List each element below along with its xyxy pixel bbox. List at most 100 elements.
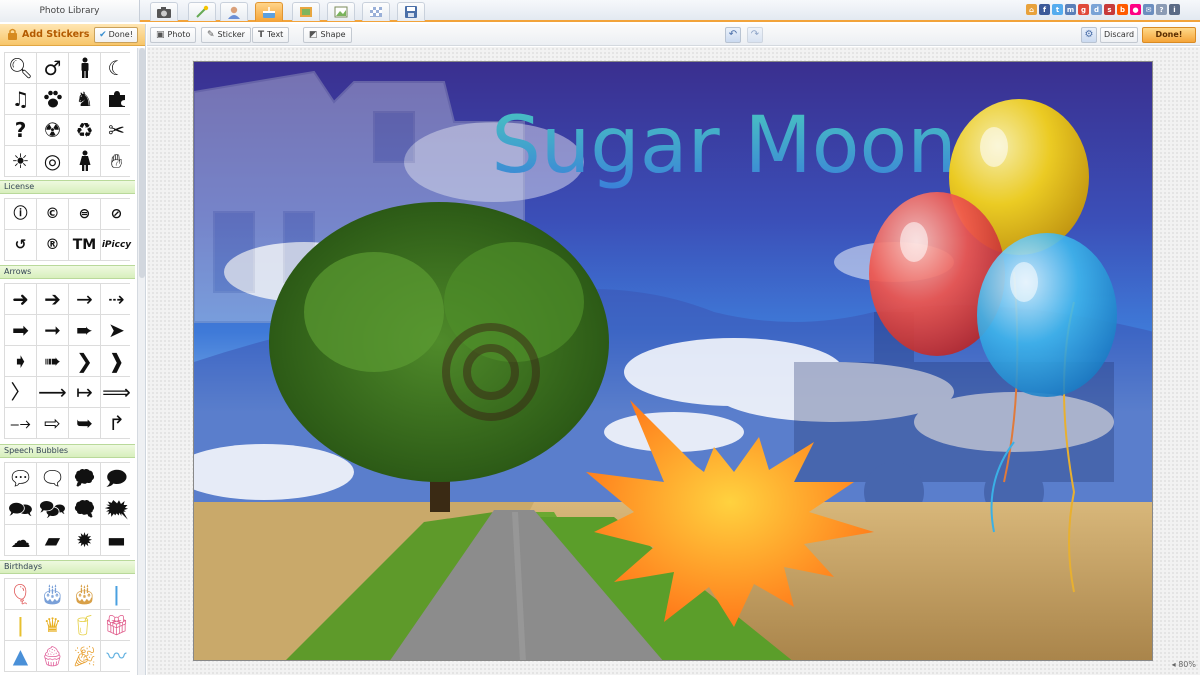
discard-button[interactable]: Discard xyxy=(1100,27,1138,43)
arrow-long-bold-icon[interactable]: ⟹ xyxy=(101,377,132,407)
arrow-right-tail-icon[interactable]: ➧ xyxy=(5,346,36,376)
party-hat-icon[interactable]: ▲ xyxy=(5,641,36,671)
panel-done-button[interactable]: ✔ Done! xyxy=(94,27,138,43)
arrow-right-dashed-icon[interactable]: ⇢ xyxy=(101,284,132,314)
section-license[interactable]: License xyxy=(0,180,135,194)
candle-yellow-icon[interactable]: ǀ xyxy=(5,610,36,640)
arrow-dash-icon[interactable]: ⤍ xyxy=(5,408,36,438)
music-note-icon[interactable]: ♫ xyxy=(5,84,36,114)
facebook-icon[interactable]: f xyxy=(1039,4,1050,15)
chevron-thin-icon[interactable]: 〉 xyxy=(5,377,36,407)
arrow-curved-icon[interactable]: ➥ xyxy=(69,408,100,438)
cupcake-icon[interactable]: 🧁︎ xyxy=(37,641,68,671)
email-icon[interactable]: ✉ xyxy=(1143,4,1154,15)
share-alike-icon[interactable]: ↺ xyxy=(5,230,36,260)
flickr-icon[interactable]: ● xyxy=(1130,4,1141,15)
man-icon[interactable] xyxy=(69,53,100,83)
help-icon[interactable]: ? xyxy=(1156,4,1167,15)
arrow-outline-icon[interactable]: ⇨ xyxy=(37,408,68,438)
arrow-right-heavy-icon[interactable]: ➡ xyxy=(5,315,36,345)
puzzle-icon[interactable] xyxy=(101,84,132,114)
drink-icon[interactable]: 🥤︎ xyxy=(69,610,100,640)
cake-large-icon[interactable]: 🎂︎ xyxy=(37,579,68,609)
add-photo-button[interactable]: ▣ Photo xyxy=(150,27,197,43)
toy-figure-icon[interactable]: ♞ xyxy=(69,84,100,114)
trademark-icon[interactable]: TM xyxy=(69,230,100,260)
woman-icon[interactable] xyxy=(69,146,100,176)
speech-bubble-left-icon[interactable]: 🗫︎ xyxy=(37,494,68,524)
noise-maker-icon[interactable]: 〰 xyxy=(101,641,132,671)
crown-icon[interactable]: ♛ xyxy=(37,610,68,640)
portrait-tab[interactable] xyxy=(220,2,248,21)
magnifier-icon[interactable]: 🔍︎ xyxy=(5,53,36,83)
speech-bubble-rect-icon[interactable]: 🗩︎ xyxy=(101,463,132,493)
speech-bubble-right-icon[interactable]: 🗮︎ xyxy=(101,494,132,524)
stumbleupon-icon[interactable]: s xyxy=(1104,4,1115,15)
speech-bubble-burst-icon[interactable]: ✹ xyxy=(69,525,100,555)
frames-tab[interactable] xyxy=(292,2,320,21)
photo-canvas[interactable]: Sugar Moon xyxy=(193,61,1153,661)
chevron-right-icon[interactable]: ❯ xyxy=(69,346,100,376)
question-mark-icon[interactable]: ? xyxy=(5,115,36,145)
settings-button[interactable]: ⚙ xyxy=(1081,27,1097,43)
arrow-right-icon[interactable]: ➜ xyxy=(5,284,36,314)
save-tab[interactable] xyxy=(397,2,425,21)
arrow-feather-icon[interactable]: ↦ xyxy=(69,377,100,407)
add-text-button[interactable]: T Text xyxy=(252,27,290,43)
paw-icon[interactable] xyxy=(37,84,68,114)
info-icon[interactable]: i xyxy=(1169,4,1180,15)
zoom-level[interactable]: ◂ 80% xyxy=(1172,660,1196,669)
done-button[interactable]: Done! xyxy=(1142,27,1196,43)
add-sticker-button[interactable]: ✎ Sticker xyxy=(201,27,251,43)
effects-tab[interactable] xyxy=(188,2,216,21)
recycle-icon[interactable]: ♻ xyxy=(69,115,100,145)
home-icon[interactable]: ⌂ xyxy=(1026,4,1037,15)
scissors-icon[interactable]: ✂ xyxy=(101,115,132,145)
candle-blue-icon[interactable]: ǀ xyxy=(101,579,132,609)
add-shape-button[interactable]: ◩ Shape xyxy=(303,27,352,43)
digg-icon[interactable]: d xyxy=(1091,4,1102,15)
registered-icon[interactable]: ® xyxy=(37,230,68,260)
ipiccy-logo[interactable]: iPiccy xyxy=(101,230,132,260)
gift-icon[interactable]: 🎁︎ xyxy=(101,610,132,640)
speech-bubble-wide-icon[interactable]: 🗪︎ xyxy=(5,494,36,524)
blogger-icon[interactable]: b xyxy=(1117,4,1128,15)
speech-bubble-cloud-icon[interactable]: ☁ xyxy=(5,525,36,555)
arrow-long-icon[interactable]: ⟶ xyxy=(37,377,68,407)
thought-bubble-icon[interactable]: 🗭︎ xyxy=(69,463,100,493)
no-commercial-icon[interactable]: ⊘ xyxy=(101,199,132,229)
male-symbol-icon[interactable]: ♂ xyxy=(37,53,68,83)
radiation-icon[interactable]: ☢ xyxy=(37,115,68,145)
speech-bubble-oval-icon[interactable]: 💬︎ xyxy=(5,463,36,493)
twitter-icon[interactable]: t xyxy=(1052,4,1063,15)
target-icon[interactable]: ◎ xyxy=(37,146,68,176)
party-horn-icon[interactable]: 🎉︎ xyxy=(69,641,100,671)
speech-bubble-tall-icon[interactable]: 🗬︎ xyxy=(69,494,100,524)
info-circle-icon[interactable]: ⓘ xyxy=(5,199,36,229)
balloons-icon[interactable]: 🎈︎ xyxy=(5,579,36,609)
section-speech-bubbles[interactable]: Speech Bubbles xyxy=(0,444,135,458)
arrow-turn-icon[interactable]: ↱ xyxy=(101,408,132,438)
arrow-right-fat-icon[interactable]: ➠ xyxy=(37,346,68,376)
google-plus-icon[interactable]: g xyxy=(1078,4,1089,15)
redo-button[interactable]: ↷ xyxy=(747,27,763,43)
arrow-right-block-icon[interactable]: ➨ xyxy=(69,315,100,345)
equal-circle-icon[interactable]: ⊜ xyxy=(69,199,100,229)
section-birthdays[interactable]: Birthdays xyxy=(0,560,135,574)
panel-scrollbar[interactable] xyxy=(137,48,145,675)
speech-bubble-square-icon[interactable]: ▬ xyxy=(101,525,132,555)
texture-tab[interactable] xyxy=(362,2,390,21)
panel-scroll-thumb[interactable] xyxy=(139,48,145,278)
section-arrows[interactable]: Arrows xyxy=(0,265,135,279)
hand-icon[interactable]: ✋︎ xyxy=(101,146,132,176)
arrow-right-thin-icon[interactable]: → xyxy=(69,284,100,314)
arrow-right-wedge-icon[interactable]: ➞ xyxy=(37,315,68,345)
camera-tab[interactable] xyxy=(150,2,178,21)
speech-bubble-round-icon[interactable]: 🗨︎ xyxy=(37,463,68,493)
copyright-icon[interactable]: © xyxy=(37,199,68,229)
chevron-right-bold-icon[interactable]: ❱ xyxy=(101,346,132,376)
arrow-right-small-icon[interactable]: ➤ xyxy=(101,315,132,345)
moon-icon[interactable]: ☾ xyxy=(101,53,132,83)
photo-library-tab[interactable]: Photo Library xyxy=(0,0,140,22)
decorate-tab[interactable] xyxy=(255,2,283,21)
